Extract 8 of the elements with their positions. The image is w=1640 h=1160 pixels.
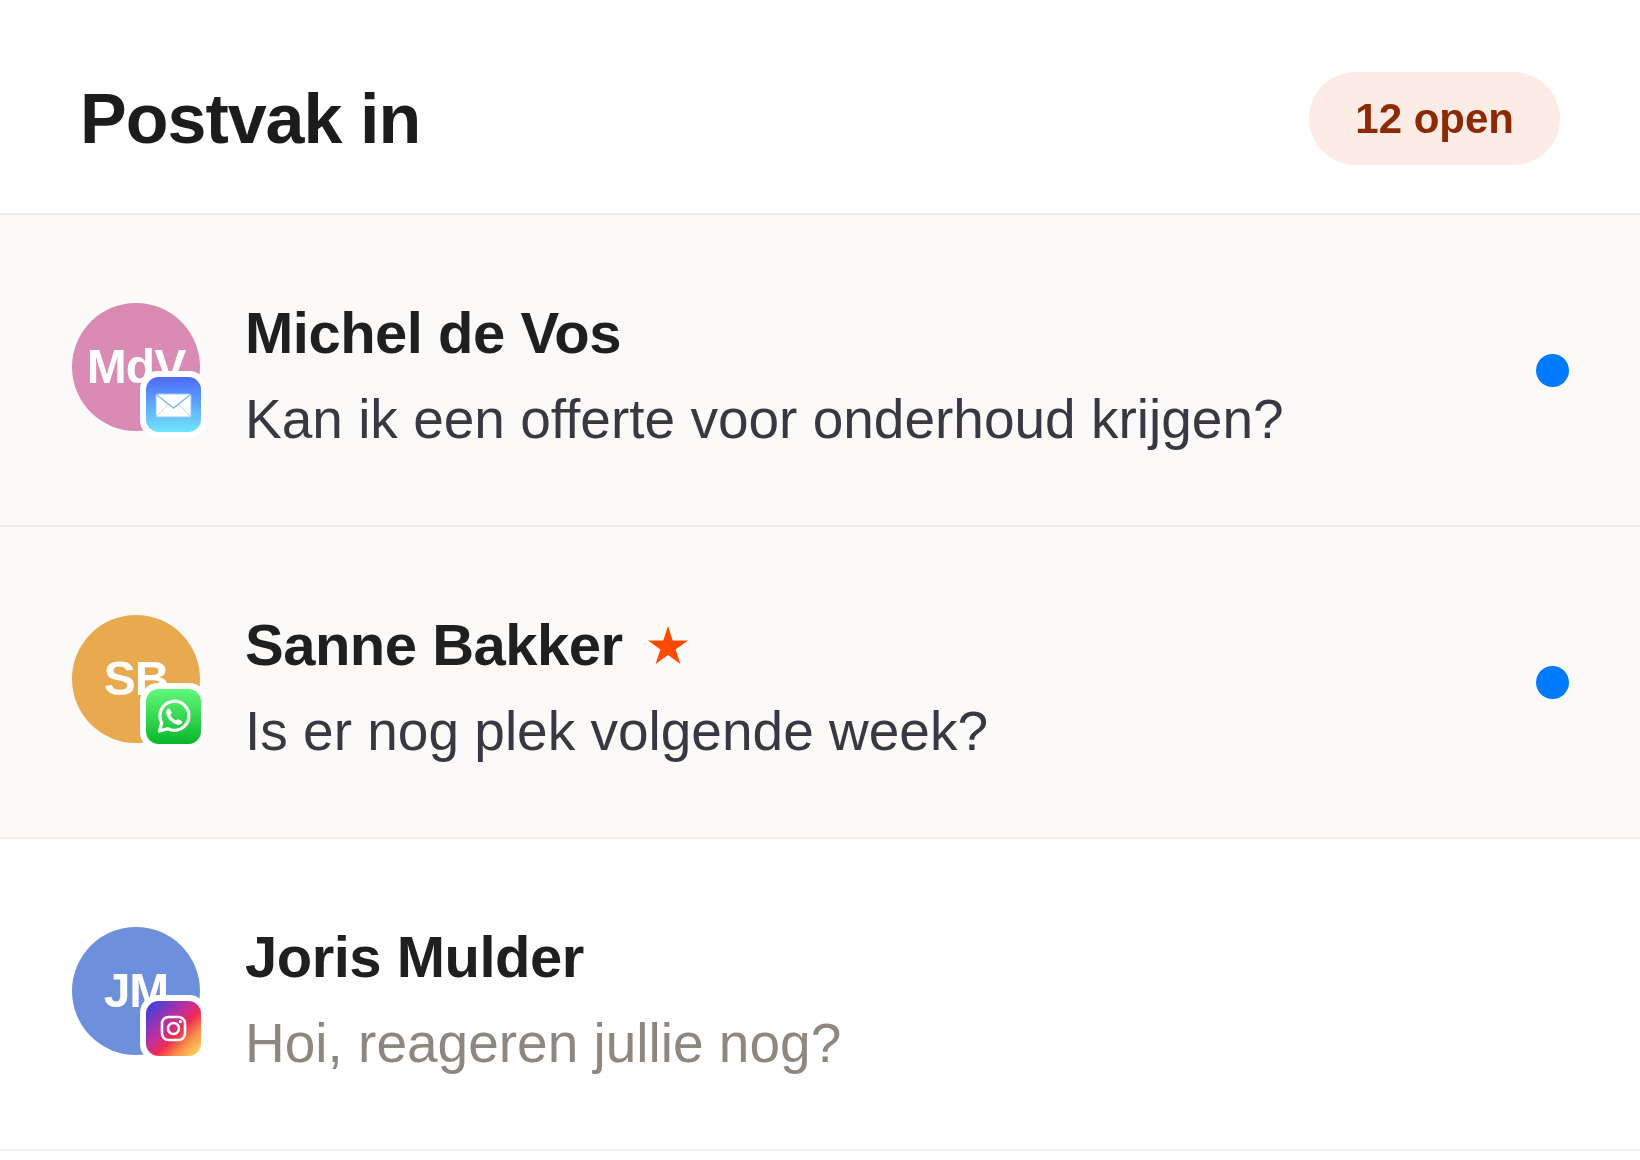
page-title: Postvak in <box>80 83 421 154</box>
message-preview: Kan ik een offerte voor onderhoud krijgen? <box>245 387 1285 453</box>
contact-name: Sanne Bakker <box>245 611 623 679</box>
message-preview: Is er nog plek volgende week? <box>245 699 989 765</box>
open-count-badge: 12 open <box>1309 72 1560 165</box>
contact-name: Michel de Vos <box>245 299 621 367</box>
contact-name: Joris Mulder <box>245 923 584 991</box>
message-preview: Hoi, reageren jullie nog? <box>245 1011 843 1077</box>
